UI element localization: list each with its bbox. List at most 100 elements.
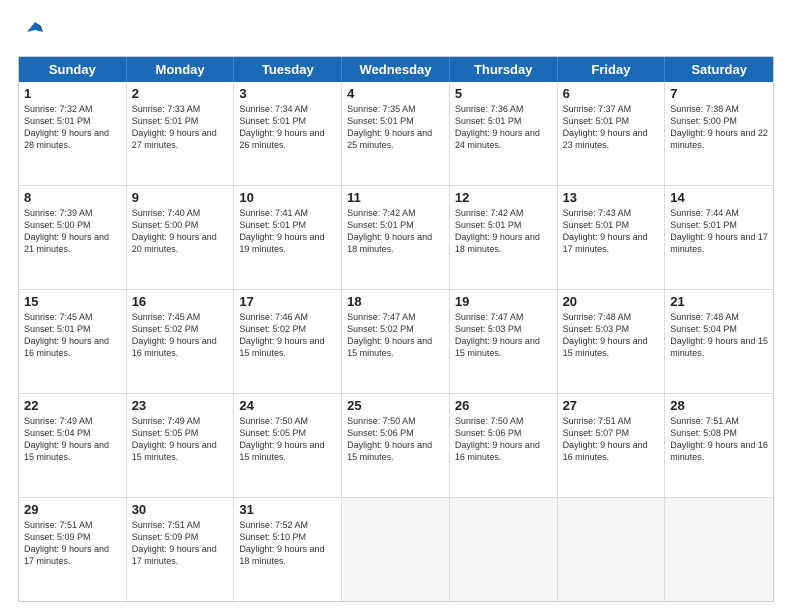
calendar-cell: 16 Sunrise: 7:45 AM Sunset: 5:02 PM Dayl… bbox=[127, 290, 235, 393]
day-number: 21 bbox=[670, 294, 768, 309]
header-wednesday: Wednesday bbox=[342, 57, 450, 82]
cell-info: Sunrise: 7:38 AM Sunset: 5:00 PM Dayligh… bbox=[670, 103, 768, 152]
calendar-cell: 21 Sunrise: 7:48 AM Sunset: 5:04 PM Dayl… bbox=[665, 290, 773, 393]
calendar-cell: 31 Sunrise: 7:52 AM Sunset: 5:10 PM Dayl… bbox=[234, 498, 342, 601]
logo-bird-icon bbox=[21, 18, 49, 46]
calendar-cell: 8 Sunrise: 7:39 AM Sunset: 5:00 PM Dayli… bbox=[19, 186, 127, 289]
day-number: 28 bbox=[670, 398, 768, 413]
cell-info: Sunrise: 7:35 AM Sunset: 5:01 PM Dayligh… bbox=[347, 103, 444, 152]
calendar-cell: 23 Sunrise: 7:49 AM Sunset: 5:05 PM Dayl… bbox=[127, 394, 235, 497]
day-number: 16 bbox=[132, 294, 229, 309]
day-number: 5 bbox=[455, 86, 552, 101]
calendar-cell: 1 Sunrise: 7:32 AM Sunset: 5:01 PM Dayli… bbox=[19, 82, 127, 185]
cell-info: Sunrise: 7:52 AM Sunset: 5:10 PM Dayligh… bbox=[239, 519, 336, 568]
cell-info: Sunrise: 7:36 AM Sunset: 5:01 PM Dayligh… bbox=[455, 103, 552, 152]
header-saturday: Saturday bbox=[665, 57, 773, 82]
calendar-cell: 9 Sunrise: 7:40 AM Sunset: 5:00 PM Dayli… bbox=[127, 186, 235, 289]
day-number: 6 bbox=[563, 86, 660, 101]
calendar-cell: 30 Sunrise: 7:51 AM Sunset: 5:09 PM Dayl… bbox=[127, 498, 235, 601]
calendar-cell: 29 Sunrise: 7:51 AM Sunset: 5:09 PM Dayl… bbox=[19, 498, 127, 601]
calendar-header: Sunday Monday Tuesday Wednesday Thursday… bbox=[19, 57, 773, 82]
day-number: 4 bbox=[347, 86, 444, 101]
day-number: 29 bbox=[24, 502, 121, 517]
cell-info: Sunrise: 7:49 AM Sunset: 5:04 PM Dayligh… bbox=[24, 415, 121, 464]
calendar-cell: 3 Sunrise: 7:34 AM Sunset: 5:01 PM Dayli… bbox=[234, 82, 342, 185]
calendar-cell: 26 Sunrise: 7:50 AM Sunset: 5:06 PM Dayl… bbox=[450, 394, 558, 497]
calendar-cell: 28 Sunrise: 7:51 AM Sunset: 5:08 PM Dayl… bbox=[665, 394, 773, 497]
cell-info: Sunrise: 7:46 AM Sunset: 5:02 PM Dayligh… bbox=[239, 311, 336, 360]
calendar-cell: 14 Sunrise: 7:44 AM Sunset: 5:01 PM Dayl… bbox=[665, 186, 773, 289]
calendar-cell: 7 Sunrise: 7:38 AM Sunset: 5:00 PM Dayli… bbox=[665, 82, 773, 185]
cell-info: Sunrise: 7:48 AM Sunset: 5:03 PM Dayligh… bbox=[563, 311, 660, 360]
cell-info: Sunrise: 7:51 AM Sunset: 5:08 PM Dayligh… bbox=[670, 415, 768, 464]
header-tuesday: Tuesday bbox=[234, 57, 342, 82]
header-friday: Friday bbox=[558, 57, 666, 82]
logo bbox=[18, 18, 49, 46]
day-number: 7 bbox=[670, 86, 768, 101]
calendar-cell: 13 Sunrise: 7:43 AM Sunset: 5:01 PM Dayl… bbox=[558, 186, 666, 289]
day-number: 25 bbox=[347, 398, 444, 413]
day-number: 17 bbox=[239, 294, 336, 309]
calendar-cell bbox=[342, 498, 450, 601]
calendar-cell: 2 Sunrise: 7:33 AM Sunset: 5:01 PM Dayli… bbox=[127, 82, 235, 185]
calendar-row-4: 22 Sunrise: 7:49 AM Sunset: 5:04 PM Dayl… bbox=[19, 394, 773, 498]
page: Sunday Monday Tuesday Wednesday Thursday… bbox=[0, 0, 792, 612]
calendar-cell: 27 Sunrise: 7:51 AM Sunset: 5:07 PM Dayl… bbox=[558, 394, 666, 497]
day-number: 3 bbox=[239, 86, 336, 101]
cell-info: Sunrise: 7:43 AM Sunset: 5:01 PM Dayligh… bbox=[563, 207, 660, 256]
cell-info: Sunrise: 7:45 AM Sunset: 5:02 PM Dayligh… bbox=[132, 311, 229, 360]
calendar-row-1: 1 Sunrise: 7:32 AM Sunset: 5:01 PM Dayli… bbox=[19, 82, 773, 186]
calendar: Sunday Monday Tuesday Wednesday Thursday… bbox=[18, 56, 774, 602]
calendar-cell: 25 Sunrise: 7:50 AM Sunset: 5:06 PM Dayl… bbox=[342, 394, 450, 497]
header-thursday: Thursday bbox=[450, 57, 558, 82]
cell-info: Sunrise: 7:44 AM Sunset: 5:01 PM Dayligh… bbox=[670, 207, 768, 256]
cell-info: Sunrise: 7:37 AM Sunset: 5:01 PM Dayligh… bbox=[563, 103, 660, 152]
calendar-cell: 10 Sunrise: 7:41 AM Sunset: 5:01 PM Dayl… bbox=[234, 186, 342, 289]
cell-info: Sunrise: 7:51 AM Sunset: 5:07 PM Dayligh… bbox=[563, 415, 660, 464]
calendar-cell bbox=[665, 498, 773, 601]
calendar-cell: 5 Sunrise: 7:36 AM Sunset: 5:01 PM Dayli… bbox=[450, 82, 558, 185]
day-number: 8 bbox=[24, 190, 121, 205]
calendar-cell bbox=[558, 498, 666, 601]
day-number: 9 bbox=[132, 190, 229, 205]
day-number: 13 bbox=[563, 190, 660, 205]
header-sunday: Sunday bbox=[19, 57, 127, 82]
day-number: 26 bbox=[455, 398, 552, 413]
calendar-cell: 22 Sunrise: 7:49 AM Sunset: 5:04 PM Dayl… bbox=[19, 394, 127, 497]
day-number: 22 bbox=[24, 398, 121, 413]
calendar-cell bbox=[450, 498, 558, 601]
cell-info: Sunrise: 7:33 AM Sunset: 5:01 PM Dayligh… bbox=[132, 103, 229, 152]
calendar-cell: 24 Sunrise: 7:50 AM Sunset: 5:05 PM Dayl… bbox=[234, 394, 342, 497]
cell-info: Sunrise: 7:50 AM Sunset: 5:06 PM Dayligh… bbox=[455, 415, 552, 464]
calendar-cell: 15 Sunrise: 7:45 AM Sunset: 5:01 PM Dayl… bbox=[19, 290, 127, 393]
day-number: 11 bbox=[347, 190, 444, 205]
cell-info: Sunrise: 7:34 AM Sunset: 5:01 PM Dayligh… bbox=[239, 103, 336, 152]
calendar-cell: 20 Sunrise: 7:48 AM Sunset: 5:03 PM Dayl… bbox=[558, 290, 666, 393]
cell-info: Sunrise: 7:49 AM Sunset: 5:05 PM Dayligh… bbox=[132, 415, 229, 464]
cell-info: Sunrise: 7:40 AM Sunset: 5:00 PM Dayligh… bbox=[132, 207, 229, 256]
calendar-row-2: 8 Sunrise: 7:39 AM Sunset: 5:00 PM Dayli… bbox=[19, 186, 773, 290]
day-number: 19 bbox=[455, 294, 552, 309]
day-number: 12 bbox=[455, 190, 552, 205]
cell-info: Sunrise: 7:42 AM Sunset: 5:01 PM Dayligh… bbox=[347, 207, 444, 256]
cell-info: Sunrise: 7:39 AM Sunset: 5:00 PM Dayligh… bbox=[24, 207, 121, 256]
day-number: 20 bbox=[563, 294, 660, 309]
day-number: 14 bbox=[670, 190, 768, 205]
cell-info: Sunrise: 7:48 AM Sunset: 5:04 PM Dayligh… bbox=[670, 311, 768, 360]
calendar-cell: 17 Sunrise: 7:46 AM Sunset: 5:02 PM Dayl… bbox=[234, 290, 342, 393]
calendar-row-3: 15 Sunrise: 7:45 AM Sunset: 5:01 PM Dayl… bbox=[19, 290, 773, 394]
day-number: 31 bbox=[239, 502, 336, 517]
cell-info: Sunrise: 7:51 AM Sunset: 5:09 PM Dayligh… bbox=[132, 519, 229, 568]
calendar-row-5: 29 Sunrise: 7:51 AM Sunset: 5:09 PM Dayl… bbox=[19, 498, 773, 601]
header-monday: Monday bbox=[127, 57, 235, 82]
day-number: 23 bbox=[132, 398, 229, 413]
calendar-cell: 19 Sunrise: 7:47 AM Sunset: 5:03 PM Dayl… bbox=[450, 290, 558, 393]
day-number: 1 bbox=[24, 86, 121, 101]
cell-info: Sunrise: 7:42 AM Sunset: 5:01 PM Dayligh… bbox=[455, 207, 552, 256]
cell-info: Sunrise: 7:47 AM Sunset: 5:02 PM Dayligh… bbox=[347, 311, 444, 360]
day-number: 2 bbox=[132, 86, 229, 101]
day-number: 27 bbox=[563, 398, 660, 413]
day-number: 30 bbox=[132, 502, 229, 517]
cell-info: Sunrise: 7:50 AM Sunset: 5:05 PM Dayligh… bbox=[239, 415, 336, 464]
calendar-body: 1 Sunrise: 7:32 AM Sunset: 5:01 PM Dayli… bbox=[19, 82, 773, 601]
